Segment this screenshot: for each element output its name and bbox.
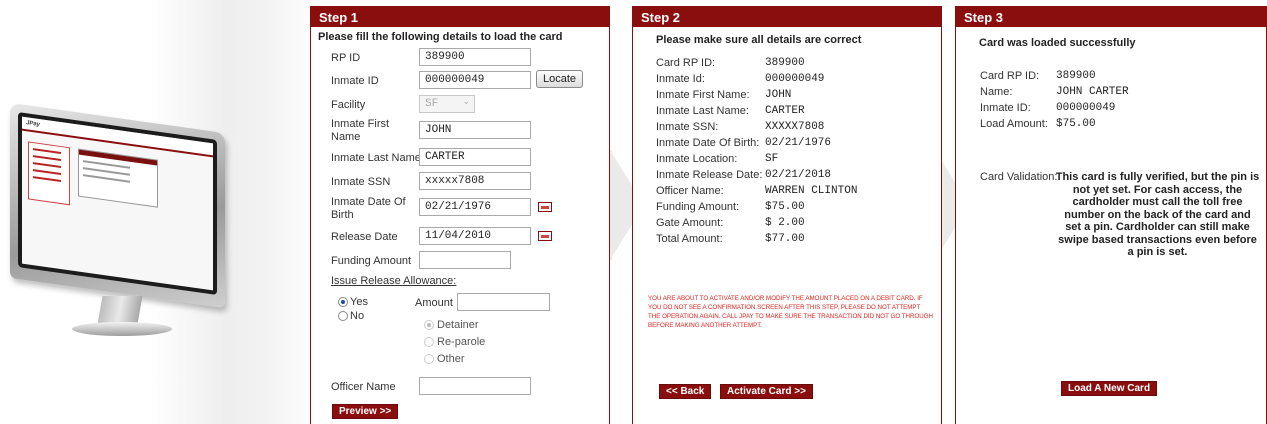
detail-label: Officer Name: [656, 185, 724, 197]
detail-label: Inmate Date Of Birth: [656, 137, 760, 149]
first-name-label: Inmate First Name [331, 118, 390, 143]
other-radio[interactable] [424, 354, 434, 364]
funding-amount-label: Funding Amount [331, 255, 412, 267]
detail-value: JOHN CARTER [1056, 86, 1129, 98]
step1-header: Step 1 [311, 7, 609, 27]
step1-instruction: Please fill the following details to loa… [318, 31, 563, 43]
detail-label: Gate Amount: [656, 217, 724, 229]
chevron-down-icon: ⌄ [462, 97, 470, 107]
detail-label: Inmate Id: [656, 73, 705, 85]
detail-value: 389900 [765, 57, 805, 69]
detail-value: CARTER [765, 105, 805, 117]
amount-field[interactable] [457, 293, 550, 311]
card-validation-text: This card is fully verified, but the pin… [1055, 171, 1260, 258]
detail-label: Inmate First Name: [656, 89, 750, 101]
no-radio[interactable] [338, 311, 348, 321]
back-button[interactable]: << Back [659, 384, 712, 399]
detail-value: $ 2.00 [765, 217, 805, 229]
yes-label: Yes [350, 296, 368, 308]
detail-value: SF [765, 153, 779, 165]
load-new-card-button[interactable]: Load A New Card [1061, 381, 1158, 396]
detainer-label: Detainer [437, 319, 479, 331]
ssn-label: Inmate SSN [331, 176, 391, 188]
monitor-screen: JPay [10, 102, 225, 309]
rp-id-label: RP ID [331, 52, 361, 64]
step2-header: Step 2 [633, 7, 941, 27]
monitor-stand [97, 296, 143, 324]
monitor-form [78, 148, 158, 208]
officer-name-label: Officer Name [331, 381, 396, 393]
detail-value: WARREN CLINTON [765, 185, 858, 197]
detail-value: 000000049 [765, 73, 825, 85]
calendar-icon[interactable] [538, 202, 552, 212]
card-validation-label: Card Validation: [980, 171, 1058, 183]
detail-label: Card RP ID: [656, 57, 716, 69]
no-label: No [350, 310, 365, 322]
detail-label: Card RP ID: [980, 70, 1040, 82]
detail-label: Inmate SSN: [656, 121, 719, 133]
locate-button[interactable]: Locate [536, 70, 584, 88]
step3-instruction: Card was loaded successfully [979, 37, 1136, 49]
detail-value: 000000049 [1056, 102, 1116, 114]
detail-value: $77.00 [765, 233, 805, 245]
detail-value: $75.00 [765, 201, 805, 213]
monitor-illustration: JPay [0, 102, 230, 343]
detail-label: Load Amount: [980, 118, 1048, 130]
amount-label: Amount [415, 297, 453, 309]
release-date-field[interactable]: 11/04/2010 [419, 227, 531, 245]
warning-text: YOU ARE ABOUT TO ACTIVATE AND/OR MODIFY … [648, 295, 934, 329]
monitor-sidebar [28, 141, 70, 206]
detail-value: 02/21/1976 [765, 137, 832, 149]
detail-label: Inmate Location: [656, 153, 738, 165]
detail-label: Total Amount: [656, 233, 723, 245]
funding-amount-field[interactable] [419, 251, 511, 269]
detail-value: 389900 [1056, 70, 1096, 82]
detail-value: $75.00 [1056, 118, 1096, 130]
other-label: Other [437, 353, 465, 365]
inmate-id-label: Inmate ID [331, 75, 379, 87]
activate-card-button[interactable]: Activate Card >> [720, 384, 813, 399]
facility-select[interactable]: SF ⌄ [419, 95, 475, 113]
issue-release-allowance-link[interactable]: Issue Release Allowance: [331, 275, 456, 287]
first-name-field[interactable]: JOHN [419, 121, 531, 139]
facility-label: Facility [331, 99, 366, 111]
officer-name-field[interactable] [419, 377, 531, 395]
detail-value: JOHN [765, 89, 792, 101]
detail-label: Inmate ID: [980, 102, 1031, 114]
detainer-radio[interactable] [424, 320, 434, 330]
inmate-id-field[interactable]: 000000049 [419, 71, 531, 89]
yes-radio[interactable] [338, 297, 348, 307]
detail-label: Inmate Last Name: [656, 105, 749, 117]
step2-instruction: Please make sure all details are correct [656, 34, 862, 46]
release-date-label: Release Date [331, 231, 398, 243]
detail-value: XXXXX7808 [765, 121, 825, 133]
detail-label: Name: [980, 86, 1013, 98]
detail-label: Funding Amount: [656, 201, 740, 213]
reparole-radio[interactable] [424, 337, 434, 347]
reparole-label: Re-parole [437, 336, 486, 348]
last-name-label: Inmate Last Name [331, 152, 421, 164]
calendar-icon[interactable] [538, 231, 552, 241]
ssn-field[interactable]: xxxxx7808 [419, 172, 531, 190]
preview-button[interactable]: Preview >> [332, 404, 399, 419]
monitor-base [72, 322, 172, 336]
dob-label: Inmate Date Of Birth [331, 196, 406, 221]
detail-label: Inmate Release Date: [656, 169, 763, 181]
step3-header: Step 3 [956, 7, 1266, 27]
dob-field[interactable]: 02/21/1976 [419, 198, 531, 216]
facility-value: SF [425, 98, 439, 110]
detail-value: 02/21/2018 [765, 169, 832, 181]
last-name-field[interactable]: CARTER [419, 148, 531, 166]
rp-id-field[interactable]: 389900 [419, 48, 531, 66]
